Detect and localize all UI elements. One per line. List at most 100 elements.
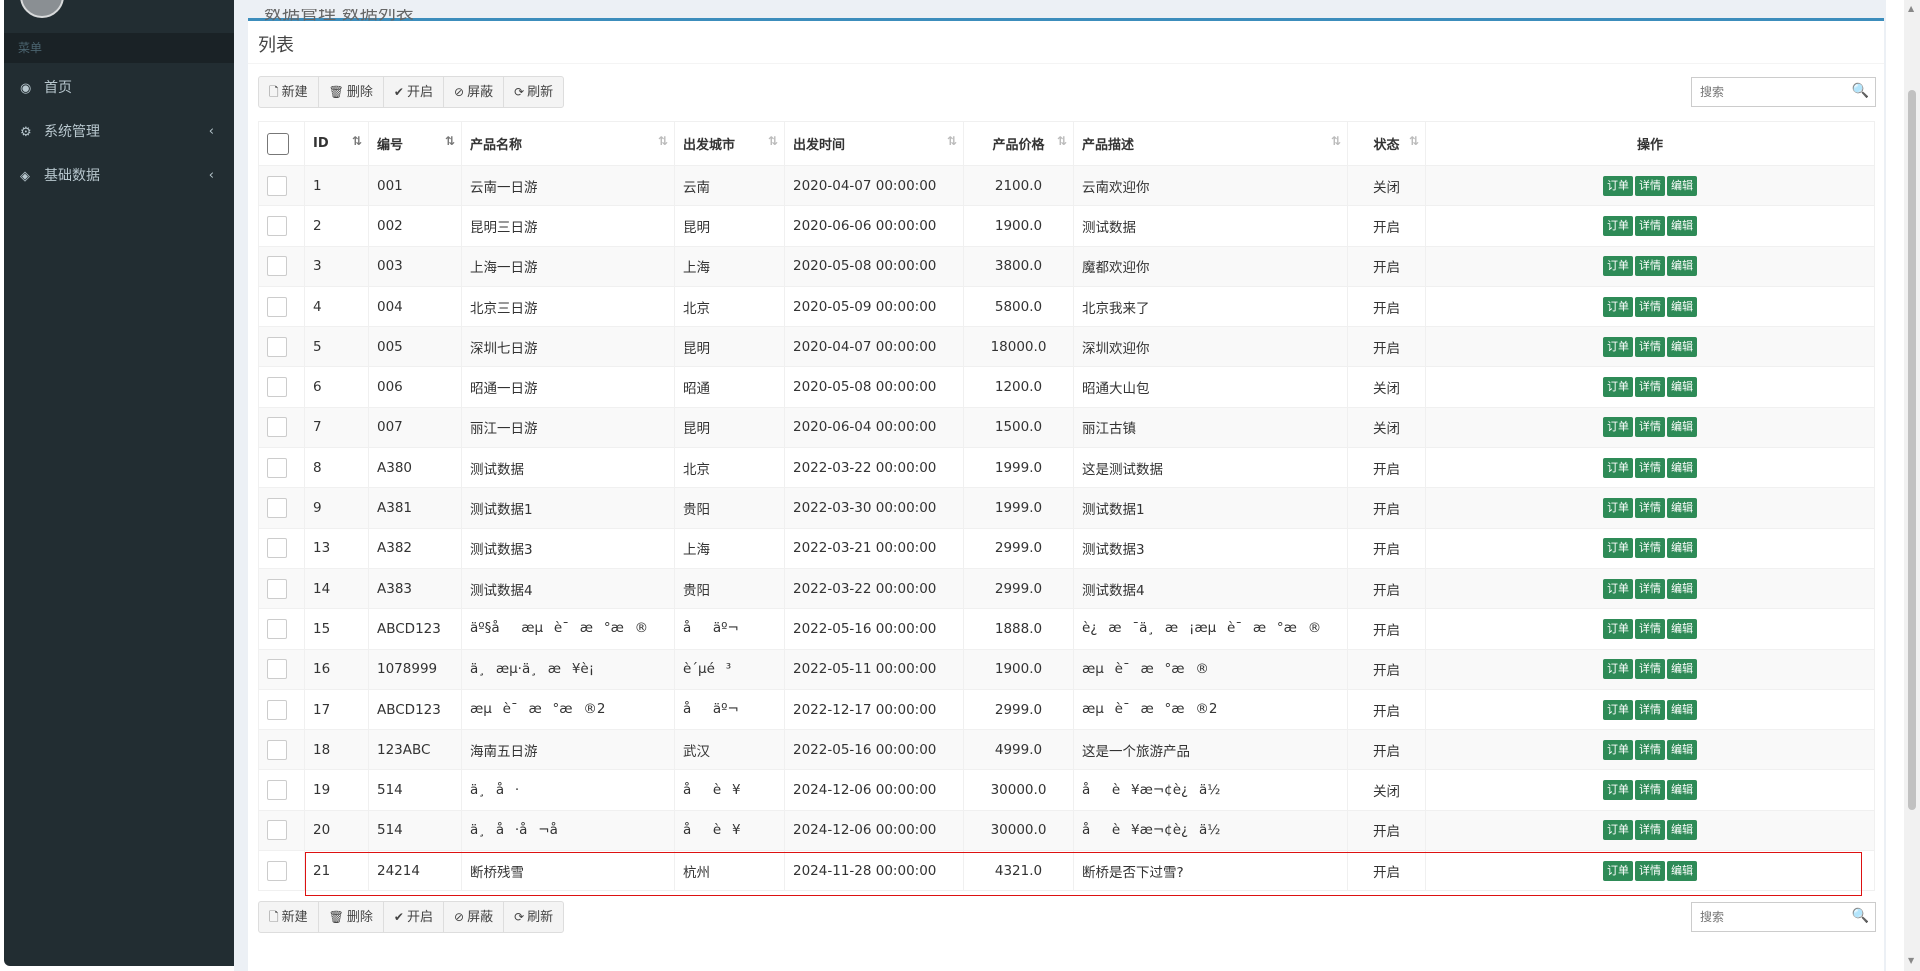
column-header-status[interactable]: 状态 ⇅ — [1347, 121, 1426, 166]
order-button[interactable]: 订单 — [1603, 780, 1633, 801]
order-button[interactable]: 订单 — [1603, 498, 1633, 519]
search-icon[interactable]: 🔍 — [1852, 83, 1869, 99]
detail-button[interactable]: 详情 — [1635, 336, 1665, 357]
order-button[interactable]: 订单 — [1603, 820, 1633, 841]
row-checkbox[interactable] — [267, 377, 287, 398]
row-checkbox[interactable] — [267, 820, 287, 841]
row-checkbox[interactable] — [267, 498, 287, 519]
sort-icon[interactable]: ⇅ — [658, 134, 668, 148]
row-checkbox[interactable] — [267, 256, 287, 277]
order-button[interactable]: 订单 — [1603, 215, 1633, 236]
order-button[interactable]: 订单 — [1603, 377, 1633, 398]
edit-button[interactable]: 编辑 — [1667, 618, 1697, 639]
order-button[interactable]: 订单 — [1603, 578, 1633, 599]
refresh-button[interactable]: ⟳ 刷新 — [503, 901, 565, 933]
order-button[interactable]: 订单 — [1603, 739, 1633, 760]
edit-button[interactable]: 编辑 — [1667, 578, 1697, 599]
edit-button[interactable]: 编辑 — [1667, 538, 1697, 559]
edit-button[interactable]: 编辑 — [1667, 498, 1697, 519]
order-button[interactable]: 订单 — [1603, 417, 1633, 438]
scroll-down-icon[interactable]: ▼ — [1908, 956, 1914, 965]
edit-button[interactable]: 编辑 — [1667, 377, 1697, 398]
edit-button[interactable]: 编辑 — [1667, 256, 1697, 277]
detail-button[interactable]: 详情 — [1635, 175, 1665, 196]
detail-button[interactable]: 详情 — [1635, 215, 1665, 236]
search-icon[interactable]: 🔍 — [1852, 908, 1869, 924]
order-button[interactable]: 订单 — [1603, 699, 1633, 720]
row-checkbox[interactable] — [267, 739, 287, 760]
scroll-up-icon[interactable]: ▲ — [1908, 4, 1914, 13]
select-all-checkbox[interactable] — [267, 132, 289, 155]
column-header-price[interactable]: 产品价格 ⇅ — [963, 121, 1074, 166]
detail-button[interactable]: 详情 — [1635, 256, 1665, 277]
row-checkbox[interactable] — [267, 336, 287, 357]
detail-button[interactable]: 详情 — [1635, 780, 1665, 801]
refresh-button[interactable]: ⟳ 刷新 — [503, 76, 565, 108]
detail-button[interactable]: 详情 — [1635, 296, 1665, 317]
row-checkbox[interactable] — [267, 618, 287, 639]
detail-button[interactable]: 详情 — [1635, 820, 1665, 841]
order-button[interactable]: 订单 — [1603, 659, 1633, 680]
edit-button[interactable]: 编辑 — [1667, 296, 1697, 317]
sort-icon[interactable]: ⇅ — [947, 134, 957, 148]
edit-button[interactable]: 编辑 — [1667, 659, 1697, 680]
detail-button[interactable]: 详情 — [1635, 377, 1665, 398]
row-checkbox[interactable] — [267, 780, 287, 801]
edit-button[interactable]: 编辑 — [1667, 860, 1697, 881]
detail-button[interactable]: 详情 — [1635, 618, 1665, 639]
order-button[interactable]: 订单 — [1603, 860, 1633, 881]
scroll-thumb[interactable] — [1908, 90, 1916, 810]
sort-icon[interactable]: ⇅ — [1057, 134, 1067, 148]
search-input-bottom[interactable] — [1692, 903, 1858, 931]
search-input-top[interactable] — [1692, 78, 1858, 106]
order-button[interactable]: 订单 — [1603, 457, 1633, 478]
detail-button[interactable]: 详情 — [1635, 538, 1665, 559]
file-button[interactable]: 🗋 新建 — [258, 901, 319, 933]
edit-button[interactable]: 编辑 — [1667, 820, 1697, 841]
column-header-id[interactable]: ID ⇅ — [304, 121, 369, 166]
order-button[interactable]: 订单 — [1603, 256, 1633, 277]
sort-icon[interactable]: ⇅ — [1331, 134, 1341, 148]
order-button[interactable]: 订单 — [1603, 538, 1633, 559]
edit-button[interactable]: 编辑 — [1667, 780, 1697, 801]
sort-icon[interactable]: ⇅ — [768, 134, 778, 148]
order-button[interactable]: 订单 — [1603, 175, 1633, 196]
edit-button[interactable]: 编辑 — [1667, 457, 1697, 478]
column-header-name[interactable]: 产品名称 ⇅ — [461, 121, 675, 166]
edit-button[interactable]: 编辑 — [1667, 699, 1697, 720]
column-header-code[interactable]: 编号 ⇅ — [368, 121, 462, 166]
ban-button[interactable]: ⊘ 屏蔽 — [443, 901, 505, 933]
trash-button[interactable]: 🗑 删除 — [317, 901, 384, 933]
edit-button[interactable]: 编辑 — [1667, 175, 1697, 196]
row-checkbox[interactable] — [267, 578, 287, 599]
ban-button[interactable]: ⊘ 屏蔽 — [443, 76, 505, 108]
detail-button[interactable]: 详情 — [1635, 659, 1665, 680]
row-checkbox[interactable] — [267, 860, 287, 881]
row-checkbox[interactable] — [267, 417, 287, 438]
row-checkbox[interactable] — [267, 175, 287, 196]
detail-button[interactable]: 详情 — [1635, 578, 1665, 599]
edit-button[interactable]: 编辑 — [1667, 336, 1697, 357]
row-checkbox[interactable] — [267, 296, 287, 317]
detail-button[interactable]: 详情 — [1635, 699, 1665, 720]
sidebar-item-0[interactable]: ◉ 首页 — [4, 66, 234, 110]
order-button[interactable]: 订单 — [1603, 618, 1633, 639]
trash-button[interactable]: 🗑 删除 — [317, 76, 384, 108]
column-header-time[interactable]: 出发时间 ⇅ — [784, 121, 964, 166]
row-checkbox[interactable] — [267, 659, 287, 680]
order-button[interactable]: 订单 — [1603, 296, 1633, 317]
edit-button[interactable]: 编辑 — [1667, 417, 1697, 438]
order-button[interactable]: 订单 — [1603, 336, 1633, 357]
sort-icon[interactable]: ⇅ — [352, 134, 362, 148]
row-checkbox[interactable] — [267, 538, 287, 559]
edit-button[interactable]: 编辑 — [1667, 739, 1697, 760]
detail-button[interactable]: 详情 — [1635, 498, 1665, 519]
check-button[interactable]: ✔ 开启 — [382, 901, 444, 933]
column-header-desc[interactable]: 产品描述 ⇅ — [1073, 121, 1348, 166]
sidebar-item-2[interactable]: ◈ 基础数据 ‹ — [4, 154, 234, 198]
detail-button[interactable]: 详情 — [1635, 417, 1665, 438]
check-button[interactable]: ✔ 开启 — [382, 76, 444, 108]
sidebar-item-1[interactable]: ⚙ 系统管理 ‹ — [4, 110, 234, 154]
file-button[interactable]: 🗋 新建 — [258, 76, 319, 108]
edit-button[interactable]: 编辑 — [1667, 215, 1697, 236]
